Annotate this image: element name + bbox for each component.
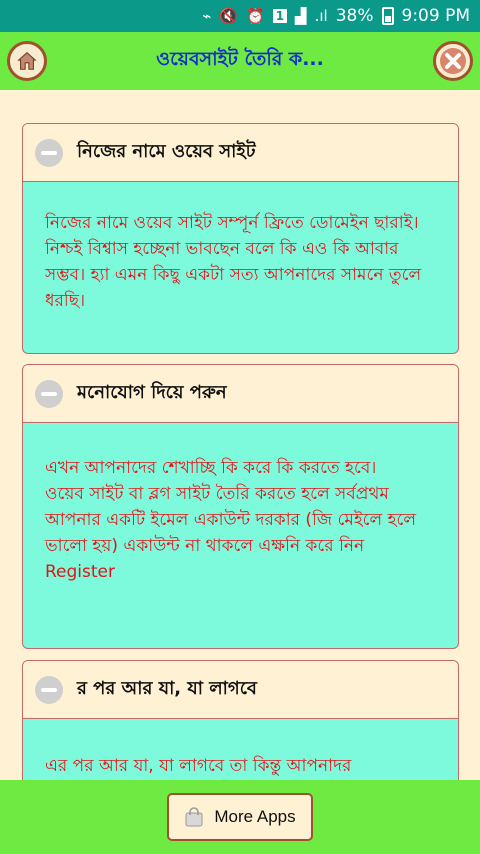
close-button[interactable] bbox=[433, 41, 473, 81]
bottom-bar: More Apps bbox=[0, 780, 480, 854]
article-card: র পর আর যা, যা লাগবে এর পর আর যা, যা লাগ… bbox=[22, 660, 459, 780]
card-title: মনোযোগ দিয়ে পরুন bbox=[77, 382, 227, 403]
home-icon bbox=[17, 52, 37, 70]
shopping-bag-icon bbox=[185, 807, 203, 827]
signal-bars-icon: .ıl bbox=[314, 7, 328, 25]
article-list[interactable]: নিজের নামে ওয়েব সাইট নিজের নামে ওয়েব স… bbox=[0, 90, 480, 780]
usb-icon: ⌁ bbox=[202, 7, 212, 25]
card-header[interactable]: মনোযোগ দিয়ে পরুন bbox=[23, 365, 458, 423]
card-title: নিজের নামে ওয়েব সাইট bbox=[77, 141, 256, 162]
status-bar: ⌁ 🔇 ⏰ 1 ▟ .ıl 38% 9:09 PM bbox=[0, 0, 480, 32]
card-body-line: এখন আপনাদের শেখাচ্ছি কি করে কি করতে হবে। bbox=[45, 458, 377, 478]
article-card: মনোযোগ দিয়ে পরুন এখন আপনাদের শেখাচ্ছি ক… bbox=[22, 364, 459, 649]
sim-icon: 1 bbox=[272, 9, 288, 23]
card-body: এখন আপনাদের শেখাচ্ছি কি করে কি করতে হবে।… bbox=[23, 423, 458, 585]
app-bar: ওয়েবসাইট তৈরি ক... bbox=[0, 32, 480, 90]
more-apps-label: More Apps bbox=[214, 807, 296, 826]
card-body-line: ওয়েব সাইট বা ব্লগ সাইট তৈরি করতে হলে সর… bbox=[45, 484, 416, 582]
collapse-icon[interactable] bbox=[35, 138, 63, 167]
card-header[interactable]: র পর আর যা, যা লাগবে bbox=[23, 661, 458, 719]
article-card: নিজের নামে ওয়েব সাইট নিজের নামে ওয়েব স… bbox=[22, 123, 459, 354]
battery-icon bbox=[381, 7, 394, 25]
more-apps-button[interactable]: More Apps bbox=[167, 793, 313, 841]
collapse-icon[interactable] bbox=[35, 379, 63, 408]
signal-icon: ▟ bbox=[295, 7, 307, 25]
close-icon bbox=[440, 48, 466, 74]
home-button[interactable] bbox=[7, 41, 47, 81]
mute-icon: 🔇 bbox=[219, 7, 238, 25]
collapse-icon[interactable] bbox=[35, 675, 63, 704]
card-body: নিজের নামে ওয়েব সাইট সম্পূর্ন ফ্রিতে ডো… bbox=[45, 213, 422, 311]
alarm-icon: ⏰ bbox=[246, 7, 265, 25]
clock: 9:09 PM bbox=[401, 6, 471, 26]
page-title: ওয়েবসাইট তৈরি ক... bbox=[156, 48, 324, 70]
card-header[interactable]: নিজের নামে ওয়েব সাইট bbox=[23, 124, 458, 182]
card-body: এর পর আর যা, যা লাগবে তা কিন্তু আপনাদর bbox=[45, 756, 352, 776]
card-title: র পর আর যা, যা লাগবে bbox=[77, 678, 257, 699]
battery-percent: 38% bbox=[335, 6, 374, 26]
